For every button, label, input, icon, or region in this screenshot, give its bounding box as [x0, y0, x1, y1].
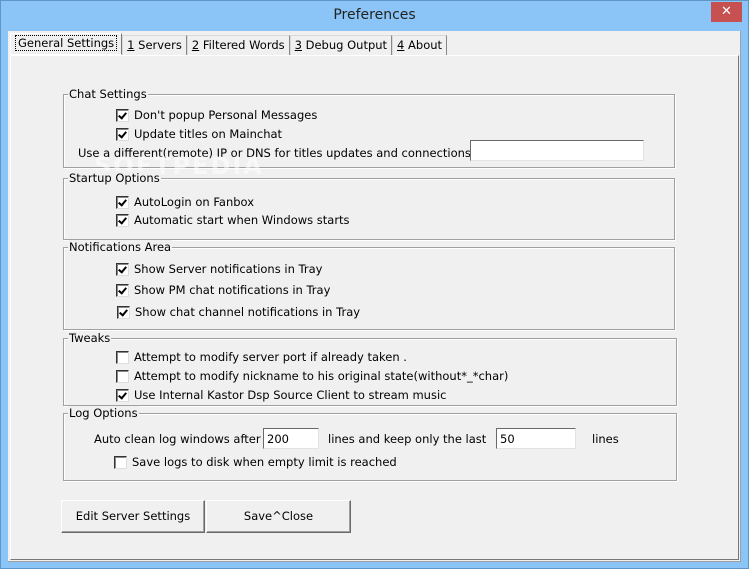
auto-clean-lines-input[interactable]: [263, 428, 319, 449]
keep-last-label: lines and keep only the last: [328, 432, 487, 446]
log-options-group: Log Options Auto clean log windows after…: [63, 406, 677, 481]
autologin-checkbox[interactable]: [116, 195, 129, 209]
update-titles-checkbox[interactable]: [116, 127, 129, 141]
tab-filtered-words[interactable]: 2 Filtered Words: [186, 35, 290, 55]
autostart-checkbox[interactable]: [116, 213, 129, 227]
general-settings-pane: Chat Settings Don't popup Personal Messa…: [10, 55, 739, 560]
modify-nick-checkbox[interactable]: [116, 369, 129, 383]
edit-server-settings-button[interactable]: Edit Server Settings: [61, 500, 205, 533]
window-title: Preferences: [333, 7, 416, 23]
startup-options-label: Startup Options: [68, 171, 161, 185]
channel-notif-option[interactable]: Show chat channel notifications in Tray: [117, 305, 360, 319]
keep-last-lines-input[interactable]: [496, 428, 576, 449]
tab-servers[interactable]: 1 Servers: [122, 35, 187, 55]
update-titles-option[interactable]: Update titles on Mainchat: [116, 127, 282, 141]
dont-popup-pm-option[interactable]: Don't popup Personal Messages: [116, 108, 317, 122]
notifications-area-label: Notifications Area: [68, 240, 173, 254]
remote-ip-label: Use a different(remote) IP or DNS for ti…: [78, 146, 475, 160]
internal-dsp-checkbox[interactable]: [116, 388, 129, 402]
tab-general-settings[interactable]: General Settings: [10, 33, 123, 55]
notifications-area-group: Notifications Area Show Server notificat…: [63, 240, 675, 330]
preferences-window: Preferences ✕ General Settings 1 Servers…: [0, 0, 749, 569]
channel-notif-checkbox[interactable]: [117, 305, 130, 319]
pm-notif-option[interactable]: Show PM chat notifications in Tray: [116, 283, 330, 297]
autologin-option[interactable]: AutoLogin on Fanbox: [116, 195, 254, 209]
startup-options-group: Startup Options AutoLogin on Fanbox Auto…: [63, 171, 675, 240]
autostart-option[interactable]: Automatic start when Windows starts: [116, 213, 350, 227]
modify-nick-option[interactable]: Attempt to modify nickname to his origin…: [116, 369, 508, 383]
lines-label: lines: [592, 432, 619, 446]
chat-settings-label: Chat Settings: [68, 87, 148, 101]
chat-settings-group: Chat Settings Don't popup Personal Messa…: [63, 87, 675, 168]
close-icon: ✕: [721, 4, 732, 19]
pm-notif-checkbox[interactable]: [116, 283, 129, 297]
tweaks-label: Tweaks: [68, 331, 112, 345]
close-button[interactable]: ✕: [711, 2, 742, 22]
save-to-disk-checkbox[interactable]: [114, 455, 127, 469]
internal-dsp-option[interactable]: Use Internal Kastor Dsp Source Client to…: [116, 388, 446, 402]
server-notif-option[interactable]: Show Server notifications in Tray: [116, 262, 322, 276]
title-bar[interactable]: Preferences ✕: [1, 1, 748, 31]
client-area: General Settings 1 Servers 2 Filtered Wo…: [8, 31, 741, 562]
modify-port-option[interactable]: Attempt to modify server port if already…: [116, 350, 407, 364]
auto-clean-label: Auto clean log windows after: [94, 432, 261, 446]
dont-popup-pm-checkbox[interactable]: [116, 108, 129, 122]
save-close-button[interactable]: Save^Close: [206, 500, 351, 533]
server-notif-checkbox[interactable]: [116, 262, 129, 276]
tweaks-group: Tweaks Attempt to modify server port if …: [63, 331, 677, 406]
tab-debug-output[interactable]: 3 Debug Output: [289, 35, 393, 55]
remote-ip-input[interactable]: [470, 140, 644, 161]
modify-port-checkbox[interactable]: [116, 350, 129, 364]
log-options-label: Log Options: [68, 406, 139, 420]
tab-strip: General Settings 1 Servers 2 Filtered Wo…: [10, 33, 448, 55]
tab-about[interactable]: 4 About: [392, 35, 448, 55]
save-to-disk-option[interactable]: Save logs to disk when empty limit is re…: [114, 455, 397, 469]
